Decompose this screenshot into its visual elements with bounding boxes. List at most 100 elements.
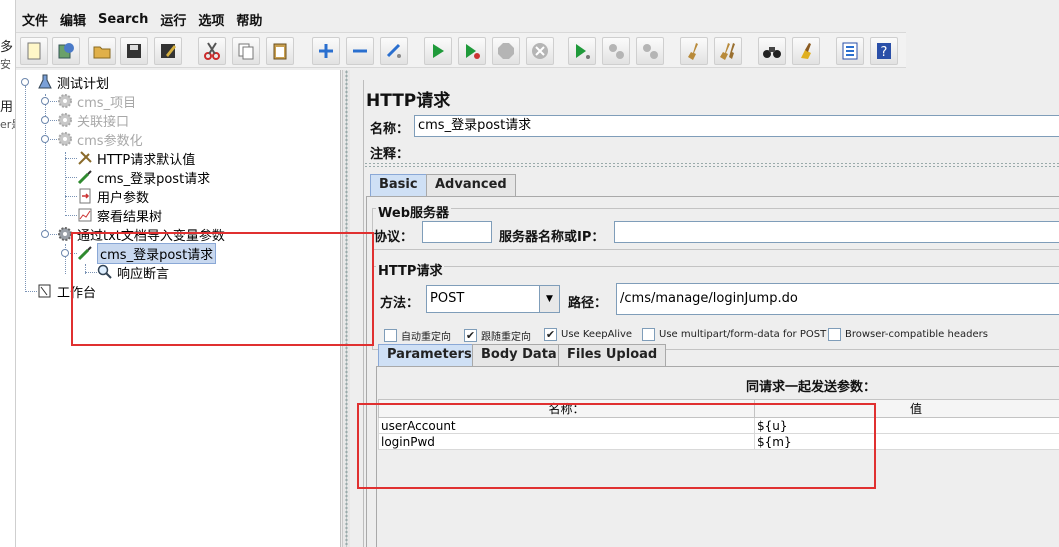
save-as-button[interactable] (154, 37, 182, 65)
menu-edit[interactable]: 编辑 (60, 10, 86, 29)
checkbox-box[interactable] (642, 328, 655, 341)
remote-stop-icon (609, 44, 624, 59)
checkbox-box[interactable] (384, 329, 397, 342)
tree-item-thread-group[interactable]: 关联接口 (56, 111, 129, 130)
web-server-group-title: Web服务器 (376, 202, 451, 221)
tree-item-label: cms_登录post请求 (97, 171, 211, 187)
name-field[interactable]: cms_登录post请求 (414, 115, 1059, 137)
remote-stop-button[interactable] (602, 37, 630, 65)
start-no-timers-icon (466, 44, 480, 59)
comment-field[interactable] (410, 140, 1059, 160)
expand-all-button[interactable] (312, 37, 340, 65)
follow-redirects-checkbox[interactable]: ✔ 跟随重定向 (464, 328, 531, 343)
bg-fragment: er是 (0, 118, 15, 131)
splitter-grip[interactable] (364, 162, 1059, 168)
param-name-cell[interactable]: loginPwd (378, 433, 755, 450)
tree-item-http-defaults[interactable]: HTTP请求默认值 (76, 149, 196, 168)
reset-search-button[interactable] (792, 37, 820, 65)
tree-item-user-parameters[interactable]: 用户参数 (76, 187, 149, 206)
tree-item-thread-group[interactable]: 通过txt文档导入变量参数 (56, 225, 225, 244)
toggle-button[interactable] (380, 37, 408, 65)
browser-headers-checkbox[interactable]: Browser-compatible headers (828, 328, 988, 341)
tree-toggle[interactable] (41, 230, 49, 238)
tree-toggle[interactable] (41, 116, 49, 124)
templates-icon (58, 43, 74, 59)
tree-item-sampler[interactable]: cms_登录post请求 (76, 168, 211, 187)
http-request-panel: HTTP请求 名称： cms_登录post请求 注释： Basic Advanc… (351, 70, 1059, 547)
tree-toggle[interactable] (41, 97, 49, 105)
tree-item-thread-group[interactable]: cms参数化 (56, 130, 143, 149)
auto-redirect-checkbox[interactable]: 自动重定向 (384, 328, 451, 343)
templates-button[interactable] (52, 37, 80, 65)
menu-search[interactable]: Search (98, 12, 148, 27)
clear-button[interactable] (680, 37, 708, 65)
function-helper-button[interactable] (836, 37, 864, 65)
stop-icon (498, 43, 514, 59)
column-header-name[interactable]: 名称： (378, 399, 755, 418)
checkbox-label: Browser-compatible headers (845, 329, 988, 340)
tree-toggle[interactable] (21, 78, 29, 86)
save-button[interactable] (120, 37, 148, 65)
param-value-cell[interactable]: ${u} (754, 417, 1059, 434)
table-row[interactable]: userAccount ${u} (378, 417, 1059, 434)
chevron-down-icon[interactable]: ▼ (539, 286, 559, 312)
tree-item-label: 测试计划 (57, 76, 110, 92)
search-button[interactable] (758, 37, 786, 65)
test-plan-tree: 测试计划 cms_项目 关联接口 cms参数化 HTTP请求默认值 cms_登录… (16, 70, 341, 547)
tree-item-label: 通过txt文档导入变量参数 (77, 228, 225, 244)
config-wrench-icon (76, 149, 94, 167)
remote-start-button[interactable] (568, 37, 596, 65)
tree-item-view-results-tree[interactable]: 察看结果树 (76, 206, 162, 225)
checkbox-box[interactable]: ✔ (464, 329, 477, 342)
new-button[interactable] (20, 37, 48, 65)
checkbox-box[interactable] (828, 328, 841, 341)
server-label: 服务器名称或IP： (499, 230, 605, 245)
checkbox-box[interactable]: ✔ (544, 328, 557, 341)
tree-item-label: HTTP请求默认值 (97, 152, 196, 168)
tree-item-workbench[interactable]: 工作台 (36, 282, 96, 301)
multipart-checkbox[interactable]: Use multipart/form-data for POST (642, 328, 826, 341)
tab-advanced[interactable]: Advanced (426, 174, 516, 196)
start-button[interactable] (424, 37, 452, 65)
tree-item-sampler-selected[interactable]: cms_登录post请求 (76, 242, 217, 264)
param-name-cell[interactable]: userAccount (378, 417, 755, 434)
param-value-cell[interactable]: ${m} (754, 433, 1059, 450)
server-field[interactable] (614, 221, 1059, 243)
open-button[interactable] (88, 37, 116, 65)
tab-parameters[interactable]: Parameters (378, 344, 481, 366)
menu-run[interactable]: 运行 (160, 10, 186, 29)
table-row[interactable]: loginPwd ${m} (378, 433, 1059, 450)
menu-options[interactable]: 选项 (198, 10, 224, 29)
stop-button[interactable] (492, 37, 520, 65)
thread-group-gear-icon (56, 225, 74, 243)
menu-file[interactable]: 文件 (22, 10, 48, 29)
help-button[interactable]: ? (870, 37, 898, 65)
collapse-all-button[interactable] (346, 37, 374, 65)
tab-body-data[interactable]: Body Data (472, 344, 566, 366)
keepalive-checkbox[interactable]: ✔ Use KeepAlive (544, 328, 632, 341)
start-no-timers-button[interactable] (458, 37, 486, 65)
test-plan-icon (36, 73, 54, 91)
tree-item-label: cms_项目 (77, 95, 137, 111)
method-select[interactable]: POST ▼ (426, 285, 560, 313)
help-icon: ? (877, 43, 891, 60)
clear-all-button[interactable] (714, 37, 742, 65)
tree-item-thread-group[interactable]: cms_项目 (56, 92, 137, 111)
tab-files-upload[interactable]: Files Upload (558, 344, 667, 366)
protocol-field[interactable] (422, 221, 492, 243)
split-pane-divider[interactable] (342, 70, 350, 547)
menu-help[interactable]: 帮助 (236, 10, 262, 29)
tab-basic[interactable]: Basic (370, 174, 427, 196)
copy-button[interactable] (232, 37, 260, 65)
tree-toggle[interactable] (61, 249, 69, 257)
cut-button[interactable] (198, 37, 226, 65)
path-field[interactable]: /cms/manage/loginJump.do (616, 283, 1059, 315)
paste-button[interactable] (266, 37, 294, 65)
column-header-value[interactable]: 值 (754, 399, 1059, 418)
shutdown-button[interactable] (526, 37, 554, 65)
tree-item-response-assertion[interactable]: 响应断言 (96, 263, 169, 282)
tree-toggle[interactable] (41, 135, 49, 143)
http-request-form: HTTP请求 名称： cms_登录post请求 注释： Basic Advanc… (363, 80, 1059, 547)
tree-item-test-plan[interactable]: 测试计划 (36, 73, 110, 92)
remote-shutdown-button[interactable] (636, 37, 664, 65)
